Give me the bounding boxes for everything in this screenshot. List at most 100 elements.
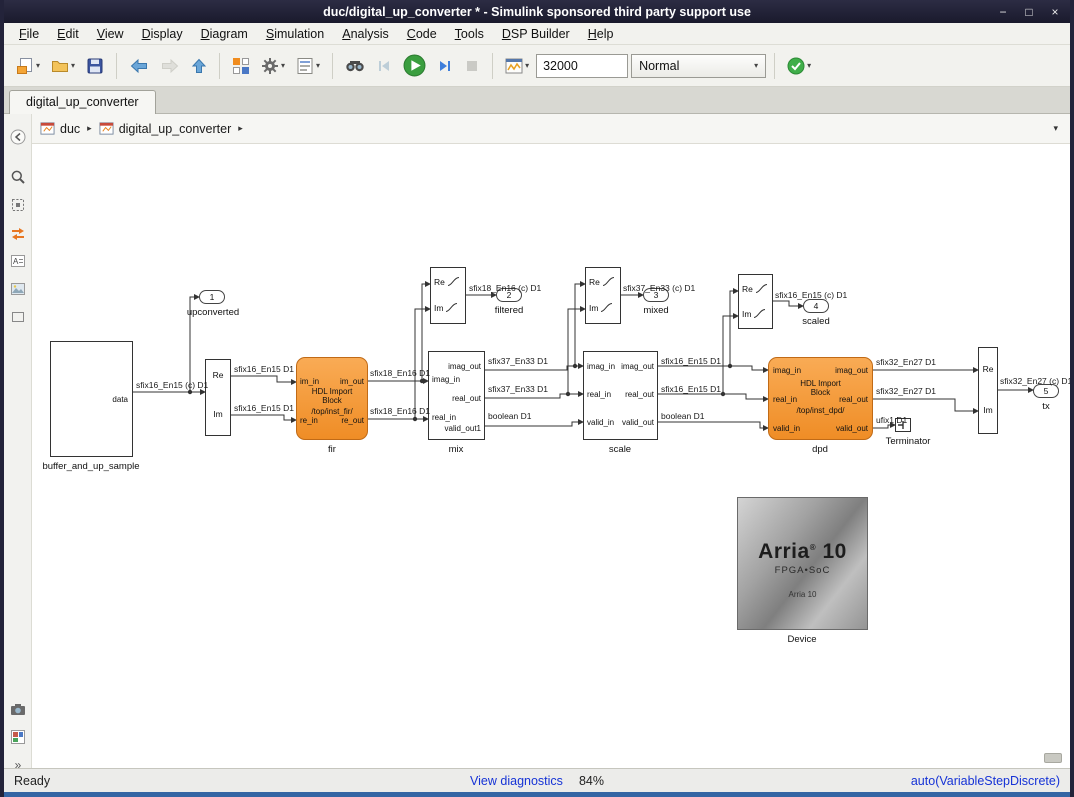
signal-label: sfix18_En16 (c) D1 xyxy=(469,283,541,293)
fast-restart-button[interactable] xyxy=(341,51,369,81)
chevron-down-icon: ▾ xyxy=(807,61,811,70)
sim-mode-value: Normal xyxy=(639,59,679,73)
im-label: Im xyxy=(589,303,598,313)
minimize-button[interactable]: − xyxy=(996,5,1010,19)
simulation-data-inspector-button[interactable]: ▾ xyxy=(501,51,533,81)
model-settings-button[interactable]: ▾ xyxy=(257,51,289,81)
block-complex-to-real-imag[interactable]: Re Im xyxy=(205,359,231,436)
solver-link[interactable]: auto(VariableStepDiscrete) xyxy=(604,774,1060,788)
fit-to-view-button[interactable] xyxy=(7,194,29,216)
update-diagram-button[interactable] xyxy=(7,222,29,244)
step-back-button[interactable] xyxy=(372,51,396,81)
breadcrumb-current[interactable]: digital_up_converter xyxy=(119,122,232,136)
signal-label: sfix16_En15 D1 xyxy=(661,384,721,394)
menu-diagram[interactable]: Diagram xyxy=(192,25,257,43)
toolbar-separator xyxy=(332,53,333,79)
green-check-icon xyxy=(787,57,805,75)
block-real-imag-to-complex-mixed[interactable]: Re Im xyxy=(585,267,621,324)
menu-display[interactable]: Display xyxy=(133,25,192,43)
sim-stop-time-input[interactable] xyxy=(536,54,628,78)
status-text: Ready xyxy=(14,774,470,788)
port-label: im_out xyxy=(340,377,364,386)
signal-label: sfix37_En33 D1 xyxy=(488,384,548,394)
back-button[interactable] xyxy=(125,51,153,81)
im-label: Im xyxy=(206,409,230,419)
open-model-button[interactable]: ▾ xyxy=(47,51,79,81)
signal-label: boolean D1 xyxy=(661,411,704,421)
forward-arrow-icon xyxy=(160,58,180,74)
library-browser-button[interactable] xyxy=(228,51,254,81)
toolbar-separator xyxy=(774,53,775,79)
breadcrumb-arrow-icon[interactable]: ▸ xyxy=(85,123,94,134)
menu-analysis[interactable]: Analysis xyxy=(333,25,398,43)
expand-toolbar-button[interactable]: » xyxy=(7,754,29,776)
horizontal-scrollbar-thumb[interactable] xyxy=(1044,753,1062,763)
diagram-canvas[interactable]: 1 upconverted data buffer_and_up_sample … xyxy=(32,144,1070,768)
forward-button[interactable] xyxy=(156,51,184,81)
step-forward-button[interactable] xyxy=(433,51,457,81)
menu-view[interactable]: View xyxy=(88,25,133,43)
block-buffer-and-up-sample[interactable]: data xyxy=(50,341,133,457)
sim-mode-select[interactable]: Normal ▾ xyxy=(631,54,766,78)
block-real-imag-to-complex-filtered[interactable]: Re Im xyxy=(430,267,466,324)
re-label: Re xyxy=(206,370,230,380)
block-device-arria10[interactable]: Arria® 10 FPGA•SoC Arria 10 xyxy=(737,497,868,630)
zoom-button[interactable] xyxy=(7,166,29,188)
viewmark-button[interactable] xyxy=(7,698,29,720)
menu-file[interactable]: File xyxy=(10,25,48,43)
model-advisor-button[interactable]: ▾ xyxy=(783,51,815,81)
hide-browser-button[interactable] xyxy=(7,126,29,148)
signal-label: sfix16_En15 (c) D1 xyxy=(136,380,208,390)
open-folder-icon xyxy=(51,57,69,75)
outport-5[interactable]: 5 xyxy=(1033,384,1059,398)
block-real-imag-to-complex-tx[interactable]: Re Im xyxy=(978,347,998,434)
chevron-down-icon: ▾ xyxy=(71,61,75,70)
close-button[interactable]: × xyxy=(1048,5,1062,19)
up-to-parent-button[interactable] xyxy=(187,51,211,81)
block-caption-terminator: Terminator xyxy=(886,436,931,447)
run-button[interactable] xyxy=(399,51,430,81)
block-dpd-hdl-import[interactable]: imag_in imag_out HDL Import Block real_i… xyxy=(768,357,873,440)
signal-label: sfix37_En33 D1 xyxy=(488,356,548,366)
signal-label: sfix16_En15 D1 xyxy=(234,364,294,374)
gear-icon xyxy=(261,57,279,75)
block-fir-hdl-import[interactable]: im_in im_out HDL Import Block /top/inst_… xyxy=(296,357,368,440)
signal-curve-icon xyxy=(445,302,458,313)
save-model-button[interactable] xyxy=(82,51,108,81)
menu-simulation[interactable]: Simulation xyxy=(257,25,333,43)
block-mix[interactable]: imag_out imag_in real_out real_in valid_… xyxy=(428,351,485,440)
image-button[interactable] xyxy=(7,278,29,300)
signal-label: sfix16_En15 D1 xyxy=(661,356,721,366)
menu-dsp-builder[interactable]: DSP Builder xyxy=(493,25,579,43)
port-label: valid_out xyxy=(836,424,868,433)
menu-tools[interactable]: Tools xyxy=(446,25,493,43)
outport-4[interactable]: 4 xyxy=(803,299,829,313)
new-model-button[interactable]: ▾ xyxy=(12,51,44,81)
annotation-button[interactable]: A xyxy=(7,250,29,272)
port-label: imag_out xyxy=(621,362,654,371)
maximize-button[interactable]: □ xyxy=(1022,5,1036,19)
signal-wires[interactable] xyxy=(32,144,1070,768)
block-real-imag-to-complex-scaled[interactable]: Re Im xyxy=(738,274,773,329)
stop-button[interactable] xyxy=(460,51,484,81)
area-button[interactable] xyxy=(7,306,29,328)
chevron-down-icon: ▾ xyxy=(36,61,40,70)
legend-button[interactable] xyxy=(7,726,29,748)
signal-curve-icon xyxy=(600,302,613,313)
menu-edit[interactable]: Edit xyxy=(48,25,88,43)
outport-number: 4 xyxy=(814,301,819,311)
goggles-icon xyxy=(345,59,365,73)
chevron-down-icon: ▾ xyxy=(754,61,758,70)
outport-1-caption: upconverted xyxy=(187,307,239,318)
menu-code[interactable]: Code xyxy=(398,25,446,43)
menu-help[interactable]: Help xyxy=(579,25,623,43)
tab-digital-up-converter[interactable]: digital_up_converter xyxy=(9,90,156,114)
model-configuration-button[interactable]: ▾ xyxy=(292,51,324,81)
breadcrumb-root[interactable]: duc xyxy=(60,122,80,136)
view-diagnostics-link[interactable]: View diagnostics xyxy=(470,774,563,788)
breadcrumb-expander[interactable]: ▾ xyxy=(1049,121,1062,136)
block-scale[interactable]: imag_in imag_out real_in real_out valid_… xyxy=(583,351,658,440)
outport-1[interactable]: 1 xyxy=(199,290,225,304)
breadcrumb-arrow-icon[interactable]: ▸ xyxy=(236,123,245,134)
port-label: valid_in xyxy=(587,418,614,427)
